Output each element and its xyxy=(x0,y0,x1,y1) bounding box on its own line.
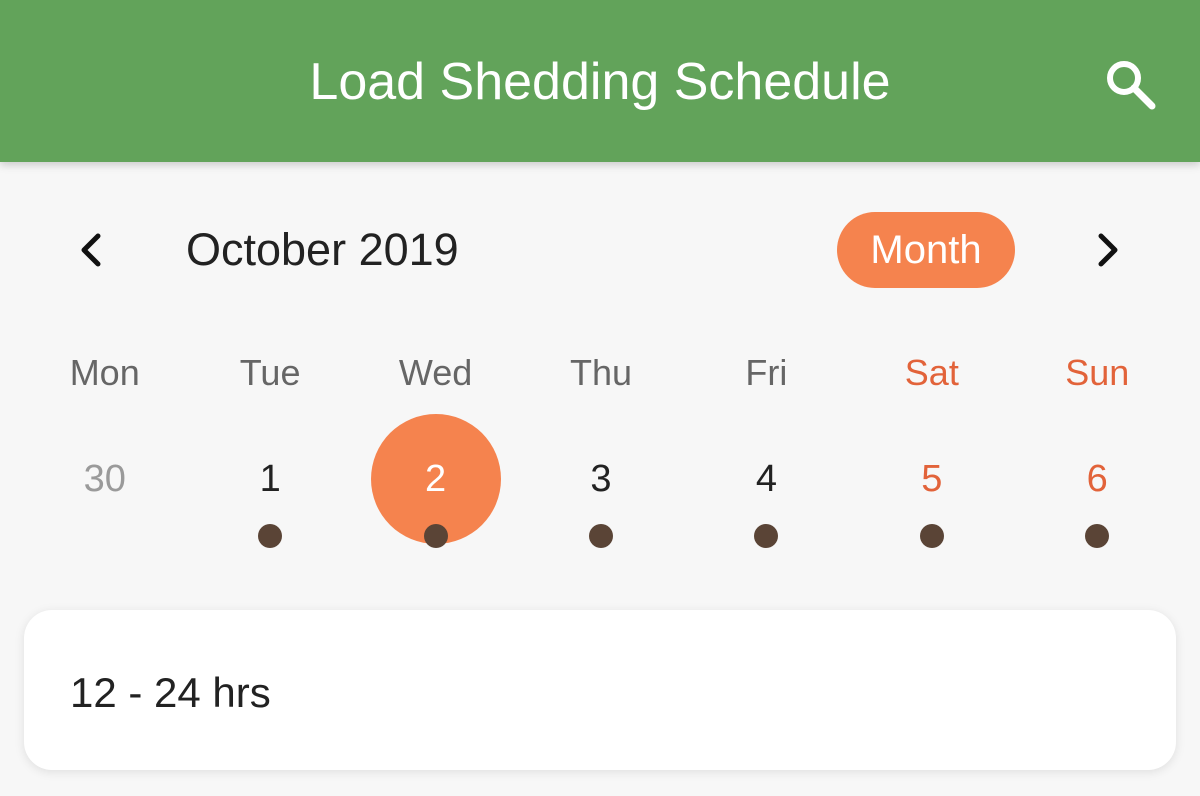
weekday-thu: Thu xyxy=(569,352,632,393)
weekday-mon: Mon xyxy=(69,352,140,393)
event-marker xyxy=(258,524,283,548)
calendar-day[interactable]: 30 xyxy=(22,412,187,562)
calendar-format-button[interactable]: Month xyxy=(837,212,1015,288)
weekday-fri: Fri xyxy=(745,352,788,393)
day-number: 2 xyxy=(424,458,447,500)
previous-month-button[interactable] xyxy=(62,220,122,280)
app-title: Load Shedding Schedule xyxy=(309,53,891,111)
event-marker xyxy=(588,524,613,548)
day-number: 30 xyxy=(83,458,126,500)
event-marker xyxy=(423,524,448,548)
day-number: 1 xyxy=(259,458,281,500)
day-number: 5 xyxy=(921,458,943,500)
chevron-left-icon xyxy=(81,233,101,267)
search-icon xyxy=(1107,61,1156,110)
weekday-header-row: Mon Tue Wed Thu Fri Sat Sun xyxy=(22,345,1180,401)
day-number: 6 xyxy=(1086,458,1108,500)
event-marker xyxy=(919,524,944,548)
day-number: 3 xyxy=(590,458,612,500)
weekday-wed: Wed xyxy=(398,352,473,393)
calendar-week-row: 30 1 2 3 4 5 6 xyxy=(22,412,1180,562)
calendar-day[interactable]: 6 xyxy=(1015,412,1180,562)
calendar-day[interactable]: 3 xyxy=(518,412,683,562)
calendar-day[interactable]: 4 xyxy=(684,412,849,562)
event-marker xyxy=(754,524,779,548)
calendar-header: October 2019 Month xyxy=(0,210,1200,290)
schedule-event-card[interactable]: 12 - 24 hrs xyxy=(24,610,1176,770)
next-month-button[interactable] xyxy=(1077,220,1137,280)
day-number: 4 xyxy=(755,458,777,500)
app-bar: Load Shedding Schedule xyxy=(0,0,1200,162)
month-title: October 2019 xyxy=(186,224,459,275)
chevron-right-icon xyxy=(1098,233,1118,267)
weekday-sat: Sat xyxy=(904,352,959,393)
calendar-day[interactable]: 2 xyxy=(353,412,518,562)
search-button[interactable] xyxy=(1098,52,1162,116)
weekday-tue: Tue xyxy=(239,352,301,393)
calendar-day[interactable]: 5 xyxy=(849,412,1014,562)
event-duration-text: 12 - 24 hrs xyxy=(70,669,271,716)
event-marker xyxy=(1085,524,1110,548)
calendar-day[interactable]: 1 xyxy=(187,412,352,562)
weekday-sun: Sun xyxy=(1065,352,1130,393)
